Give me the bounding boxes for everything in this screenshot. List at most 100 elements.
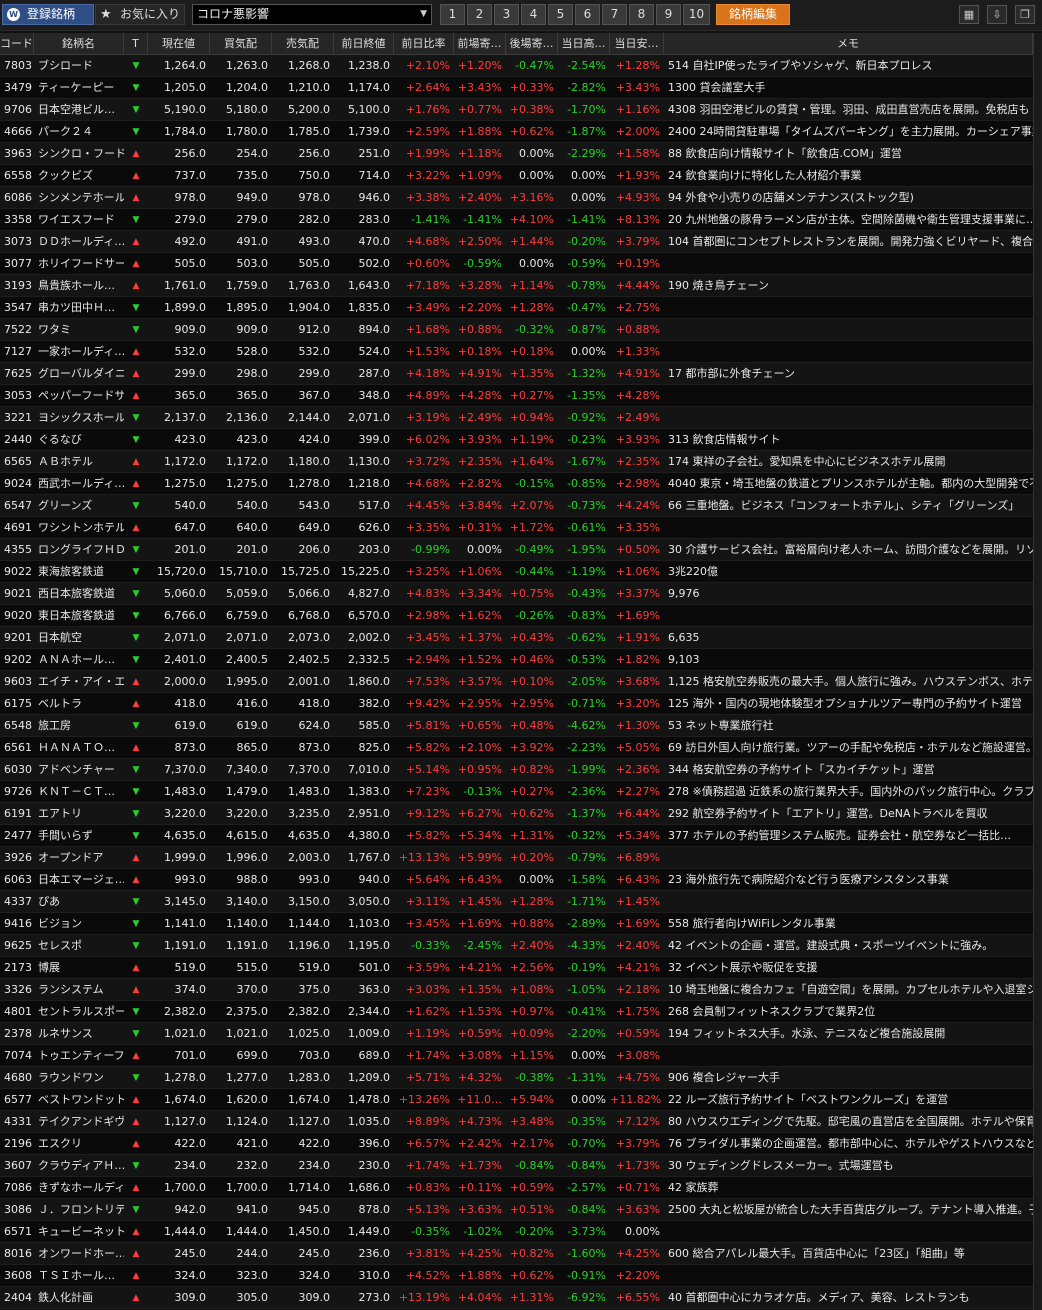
- table-row[interactable]: 6558 クックビズ ▲ 737.0 735.0 750.0 714.0 +3.22% +1.0…: [0, 165, 1042, 187]
- table-row[interactable]: 4331 テイクアンドギヴ… ▲ 1,127.0 1,124.0 1,127.0 1,035…: [0, 1111, 1042, 1133]
- col-day-high-cell: -0.84%: [567, 1203, 606, 1216]
- col-afternoon-open-cell: 0.00%: [519, 873, 554, 886]
- table-row[interactable]: 3547 串カツ田中Ｈ… ▼ 1,899.0 1,895.0 1,904.0 1,835.0…: [0, 297, 1042, 319]
- table-row[interactable]: 9706 日本空港ビル… ▼ 5,190.0 5,180.0 5,200.0 5,100.0…: [0, 99, 1042, 121]
- table-row[interactable]: 2378 ルネサンス ▼ 1,021.0 1,021.0 1,025.0 1,009.0 +1…: [0, 1023, 1042, 1045]
- table-row[interactable]: 6577 ベストワンドットコム ▲ 1,674.0 1,620.0 1,674.0 1,47…: [0, 1089, 1042, 1111]
- table-row[interactable]: 7127 一家ホールディ… ▲ 532.0 528.0 532.0 524.0 +1.53% +…: [0, 341, 1042, 363]
- table-row[interactable]: 4337 ぴあ ▼ 3,145.0 3,140.0 3,150.0 3,050.0 +3.11…: [0, 891, 1042, 913]
- table-row[interactable]: 2196 エスクリ ▲ 422.0 421.0 422.0 396.0 +6.57% +2.42…: [0, 1133, 1042, 1155]
- col-price-cell: 492.0: [174, 235, 207, 248]
- table-row[interactable]: 6063 日本エマージェ… ▲ 993.0 988.0 993.0 940.0 +5.64% +…: [0, 869, 1042, 891]
- header-ask[interactable]: 売気配: [272, 33, 334, 54]
- table-row[interactable]: 9416 ビジョン ▼ 1,141.0 1,140.0 1,144.0 1,103.0 +3.…: [0, 913, 1042, 935]
- calculator-icon[interactable]: ▦: [959, 5, 979, 24]
- header-memo[interactable]: メモ: [664, 33, 1033, 54]
- table-row[interactable]: 3073 ＤＤホールディ… ▲ 492.0 491.0 493.0 470.0 +4.68% +…: [0, 231, 1042, 253]
- table-row[interactable]: 9021 西日本旅客鉄道 ▼ 5,060.0 5,059.0 5,066.0 4,827.0…: [0, 583, 1042, 605]
- table-row[interactable]: 6548 旅工房 ▼ 619.0 619.0 624.0 585.0 +5.81% +0.65%…: [0, 715, 1042, 737]
- col-day-high-cell: -1.99%: [567, 763, 606, 776]
- table-row[interactable]: 6191 エアトリ ▼ 3,220.0 3,220.0 3,235.0 2,951.0 +9.…: [0, 803, 1042, 825]
- table-row[interactable]: 6561 ＨＡＮＡＴＯ… ▲ 873.0 865.0 873.0 825.0 +5.82% +2…: [0, 737, 1042, 759]
- header-trend[interactable]: T: [124, 33, 148, 54]
- table-row[interactable]: 4666 パーク２４ ▼ 1,784.0 1,780.0 1,785.0 1,739.0 +2…: [0, 121, 1042, 143]
- page-button-2[interactable]: 2: [467, 4, 492, 25]
- header-code[interactable]: コード: [0, 33, 34, 54]
- header-day-high[interactable]: 当日高…: [558, 33, 610, 54]
- download-icon[interactable]: ⇩: [987, 5, 1007, 24]
- header-day-low[interactable]: 当日安…: [610, 33, 664, 54]
- window-copy-icon[interactable]: ❐: [1015, 5, 1035, 24]
- page-button-1[interactable]: 1: [440, 4, 465, 25]
- table-row[interactable]: 2440 ぐるなび ▼ 423.0 423.0 424.0 399.0 +6.02% +3.93…: [0, 429, 1042, 451]
- table-row[interactable]: 3326 ランシステム ▲ 374.0 370.0 375.0 363.0 +3.03% +1.…: [0, 979, 1042, 1001]
- col-name-cell: ベルトラ: [38, 697, 82, 710]
- edit-stocks-button[interactable]: 銘柄編集: [716, 4, 790, 25]
- table-row[interactable]: 4691 ワシントンホテル ▲ 647.0 640.0 649.0 626.0 +3.35% +…: [0, 517, 1042, 539]
- table-row[interactable]: 9625 セレスポ ▼ 1,191.0 1,191.0 1,196.0 1,195.0 -0.…: [0, 935, 1042, 957]
- table-row[interactable]: 9020 東日本旅客鉄道 ▼ 6,766.0 6,759.0 6,768.0 6,570.0…: [0, 605, 1042, 627]
- table-row[interactable]: 3077 ホリイフードサー… ▲ 505.0 503.0 505.0 502.0 +0.60%…: [0, 253, 1042, 275]
- table-row[interactable]: 7086 きずなホールディ… ▲ 1,700.0 1,700.0 1,714.0 1,686…: [0, 1177, 1042, 1199]
- col-ask-cell: 2,144.0: [288, 411, 330, 424]
- header-name[interactable]: 銘柄名: [34, 33, 124, 54]
- header-afternoon-open[interactable]: 後場寄…: [506, 33, 558, 54]
- table-row[interactable]: 3963 シンクロ・フード ▲ 256.0 254.0 256.0 251.0 +1.99% +…: [0, 143, 1042, 165]
- table-row[interactable]: 7522 ワタミ ▼ 909.0 909.0 912.0 894.0 +1.68% +0.88%…: [0, 319, 1042, 341]
- table-row[interactable]: 7074 トゥエンティーフォ… ▲ 701.0 699.0 703.0 689.0 +1.74…: [0, 1045, 1042, 1067]
- header-morning-open[interactable]: 前場寄…: [454, 33, 506, 54]
- table-row[interactable]: 9022 東海旅客鉄道 ▼ 15,720.0 15,710.0 15,725.0 15,22…: [0, 561, 1042, 583]
- table-row[interactable]: 3479 ティーケーピー ▼ 1,205.0 1,204.0 1,210.0 1,174.0…: [0, 77, 1042, 99]
- col-prev-close-cell: 283.0: [358, 213, 391, 226]
- table-row[interactable]: 9202 ＡＮＡホール… ▼ 2,401.0 2,400.5 2,402.5 2,332.5…: [0, 649, 1042, 671]
- page-button-8[interactable]: 8: [629, 4, 654, 25]
- table-row[interactable]: 7625 グローバルダイニ… ▲ 299.0 298.0 299.0 287.0 +4.18%…: [0, 363, 1042, 385]
- trend-up-icon: ▲: [132, 149, 140, 159]
- header-prev-close[interactable]: 前日終値: [334, 33, 394, 54]
- table-row[interactable]: 4680 ラウンドワン ▼ 1,278.0 1,277.0 1,283.0 1,209.0 +…: [0, 1067, 1042, 1089]
- page-button-10[interactable]: 10: [683, 4, 710, 25]
- table-row[interactable]: 8016 オンワードホー… ▲ 245.0 244.0 245.0 236.0 +3.81% +…: [0, 1243, 1042, 1265]
- table-row[interactable]: 9024 西武ホールディ… ▲ 1,275.0 1,275.0 1,278.0 1,218.…: [0, 473, 1042, 495]
- table-row[interactable]: 4355 ロングライフＨＤ ▼ 201.0 201.0 206.0 203.0 -0.99% 0…: [0, 539, 1042, 561]
- table-row[interactable]: 2173 博展 ▲ 519.0 515.0 519.0 501.0 +3.59% +4.21% +…: [0, 957, 1042, 979]
- header-change-rate[interactable]: 前日比率: [394, 33, 454, 54]
- header-price[interactable]: 現在値: [148, 33, 210, 54]
- watchlist-select[interactable]: コロナ悪影響 ▼: [192, 4, 432, 25]
- vertical-scrollbar[interactable]: [1033, 33, 1042, 1310]
- table-row[interactable]: 9201 日本航空 ▼ 2,071.0 2,071.0 2,073.0 2,002.0 +3.…: [0, 627, 1042, 649]
- table-row[interactable]: 7803 ブシロード ▼ 1,264.0 1,263.0 1,268.0 1,238.0 +2…: [0, 55, 1042, 77]
- table-row[interactable]: 3608 ＴＳＩホール… ▲ 324.0 323.0 324.0 310.0 +4.52% +1…: [0, 1265, 1042, 1287]
- table-row[interactable]: 2477 手間いらず ▼ 4,635.0 4,615.0 4,635.0 4,380.0 +5…: [0, 825, 1042, 847]
- page-button-7[interactable]: 7: [602, 4, 627, 25]
- page-button-9[interactable]: 9: [656, 4, 681, 25]
- table-row[interactable]: 6571 キュービーネット… ▲ 1,444.0 1,444.0 1,450.0 1,449…: [0, 1221, 1042, 1243]
- col-price-cell: 365.0: [174, 389, 207, 402]
- table-row[interactable]: 4801 セントラルスポーツ ▼ 2,382.0 2,375.0 2,382.0 2,344…: [0, 1001, 1042, 1023]
- table-row[interactable]: 3053 ペッパーフードサ… ▲ 365.0 365.0 367.0 348.0 +4.89%…: [0, 385, 1042, 407]
- table-row[interactable]: 3358 ワイエスフード ▼ 279.0 279.0 282.0 283.0 -1.41% -1…: [0, 209, 1042, 231]
- table-row[interactable]: 3221 ヨシックスホール… ▼ 2,137.0 2,136.0 2,144.0 2,071…: [0, 407, 1042, 429]
- table-row[interactable]: 2404 鉄人化計画 ▲ 309.0 305.0 309.0 273.0 +13.19% +4.…: [0, 1287, 1042, 1309]
- registered-stocks-tab[interactable]: W 登録銘柄: [2, 4, 94, 25]
- table-row[interactable]: 9603 エイチ・アイ・エス ▲ 2,000.0 1,995.0 2,001.0 1,860…: [0, 671, 1042, 693]
- table-row[interactable]: 3193 鳥貴族ホール… ▲ 1,761.0 1,759.0 1,763.0 1,643.0…: [0, 275, 1042, 297]
- table-row[interactable]: 6030 アドベンチャー ▼ 7,370.0 7,340.0 7,370.0 7,010.0…: [0, 759, 1042, 781]
- header-bid[interactable]: 買気配: [210, 33, 272, 54]
- col-change-rate-cell: +1.53%: [405, 345, 450, 358]
- table-row[interactable]: 3086 Ｊ．フロントリテ… ▼ 942.0 941.0 945.0 878.0 +5.13%…: [0, 1199, 1042, 1221]
- table-row[interactable]: 6565 ＡＢホテル ▲ 1,172.0 1,172.0 1,180.0 1,130.0 +3…: [0, 451, 1042, 473]
- col-name-cell: シンクロ・フード: [38, 147, 124, 160]
- table-row[interactable]: 6547 グリーンズ ▼ 540.0 540.0 543.0 517.0 +4.45% +3.8…: [0, 495, 1042, 517]
- table-row[interactable]: 9726 ＫＮＴ－ＣＴ… ▼ 1,483.0 1,479.0 1,483.0 1,383.0…: [0, 781, 1042, 803]
- col-change-rate-cell: +13.26%: [398, 1093, 450, 1106]
- favorites-tab[interactable]: ★ お気に入り: [95, 4, 185, 25]
- page-button-3[interactable]: 3: [494, 4, 519, 25]
- page-button-5[interactable]: 5: [548, 4, 573, 25]
- page-button-6[interactable]: 6: [575, 4, 600, 25]
- table-row[interactable]: 3926 オープンドア ▲ 1,999.0 1,996.0 2,003.0 1,767.0 +…: [0, 847, 1042, 869]
- table-row[interactable]: 3607 クラウディアＨ… ▼ 234.0 232.0 234.0 230.0 +1.74% +…: [0, 1155, 1042, 1177]
- table-row[interactable]: 6175 ベルトラ ▲ 418.0 416.0 418.0 382.0 +9.42% +2.95…: [0, 693, 1042, 715]
- table-row[interactable]: 6086 シンメンテホール… ▲ 978.0 949.0 978.0 946.0 +3.38%…: [0, 187, 1042, 209]
- page-button-4[interactable]: 4: [521, 4, 546, 25]
